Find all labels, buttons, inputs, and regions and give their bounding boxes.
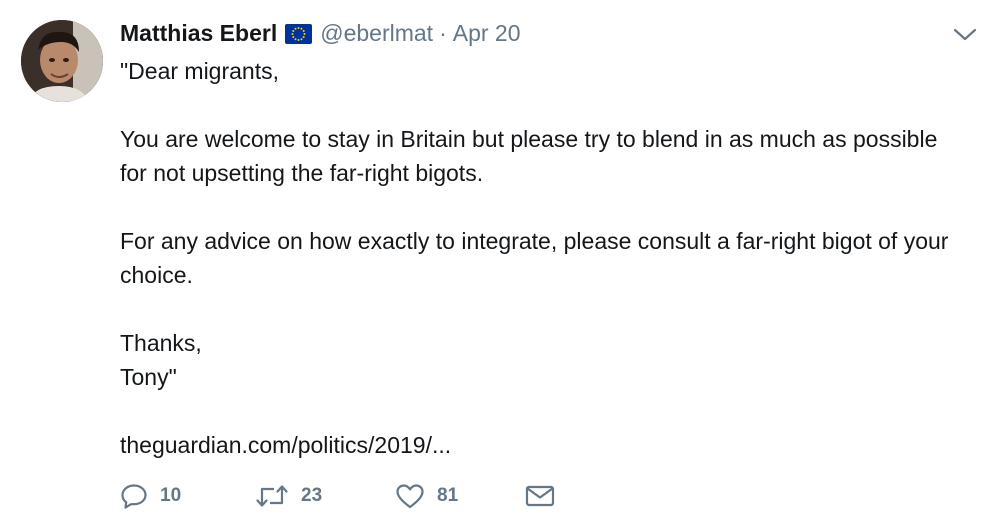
avatar[interactable] bbox=[21, 20, 103, 102]
retweet-button[interactable]: 23 bbox=[255, 483, 395, 509]
envelope-icon bbox=[525, 484, 555, 508]
header-separator: · bbox=[439, 19, 447, 46]
tweet-link[interactable]: theguardian.com/politics/2019/... bbox=[120, 432, 451, 458]
tweet-text: "Dear migrants, You are welcome to stay … bbox=[120, 54, 970, 462]
eu-flag-icon bbox=[285, 23, 313, 44]
chevron-down-icon[interactable] bbox=[952, 24, 978, 44]
reply-count: 10 bbox=[160, 485, 182, 506]
reply-icon bbox=[120, 483, 148, 509]
tweet-header: Matthias Eberl @eberlmat · Apr 20 bbox=[120, 17, 521, 49]
like-count: 81 bbox=[437, 485, 459, 506]
direct-message-button[interactable] bbox=[525, 484, 565, 508]
author-name[interactable]: Matthias Eberl bbox=[120, 20, 277, 47]
tweet-date[interactable]: Apr 20 bbox=[453, 20, 521, 47]
like-button[interactable]: 81 bbox=[395, 483, 525, 509]
retweet-icon bbox=[255, 483, 289, 509]
tweet-text-paragraph: For any advice on how exactly to integra… bbox=[120, 228, 949, 288]
heart-icon bbox=[395, 483, 425, 509]
tweet-text-line: Tony" bbox=[120, 364, 177, 390]
reply-button[interactable]: 10 bbox=[120, 483, 255, 509]
tweet-text-line: "Dear migrants, bbox=[120, 58, 279, 84]
tweet-actions: 10 23 81 bbox=[120, 478, 565, 514]
retweet-count: 23 bbox=[301, 485, 323, 506]
tweet-text-line: Thanks, bbox=[120, 330, 202, 356]
author-handle[interactable]: @eberlmat bbox=[320, 20, 433, 47]
tweet-text-paragraph: You are welcome to stay in Britain but p… bbox=[120, 126, 938, 186]
avatar-photo bbox=[21, 20, 103, 102]
tweet: Matthias Eberl @eberlmat · Apr 20 "Dear … bbox=[0, 0, 1000, 526]
